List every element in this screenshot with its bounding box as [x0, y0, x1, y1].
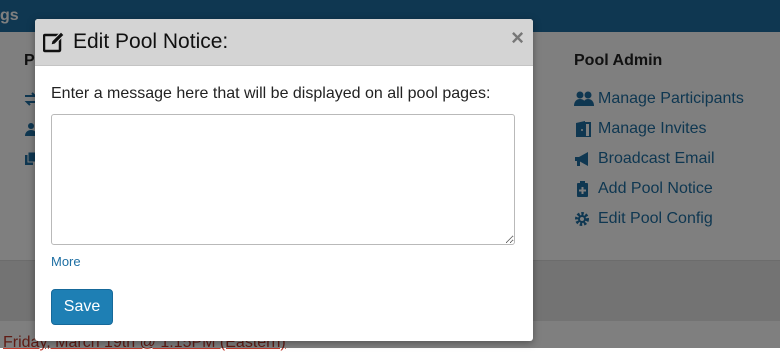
notice-prompt: Enter a message here that will be displa… [51, 85, 491, 102]
save-button[interactable]: Save [51, 289, 113, 325]
modal-title: Edit Pool Notice: [73, 30, 229, 53]
notice-textarea[interactable] [51, 114, 515, 245]
edit-icon [43, 31, 65, 53]
close-button[interactable]: × [511, 27, 524, 49]
more-link[interactable]: More [51, 254, 81, 269]
edit-pool-notice-modal: Edit Pool Notice: × Enter a message here… [35, 19, 533, 341]
modal-header: Edit Pool Notice: × [35, 19, 533, 66]
